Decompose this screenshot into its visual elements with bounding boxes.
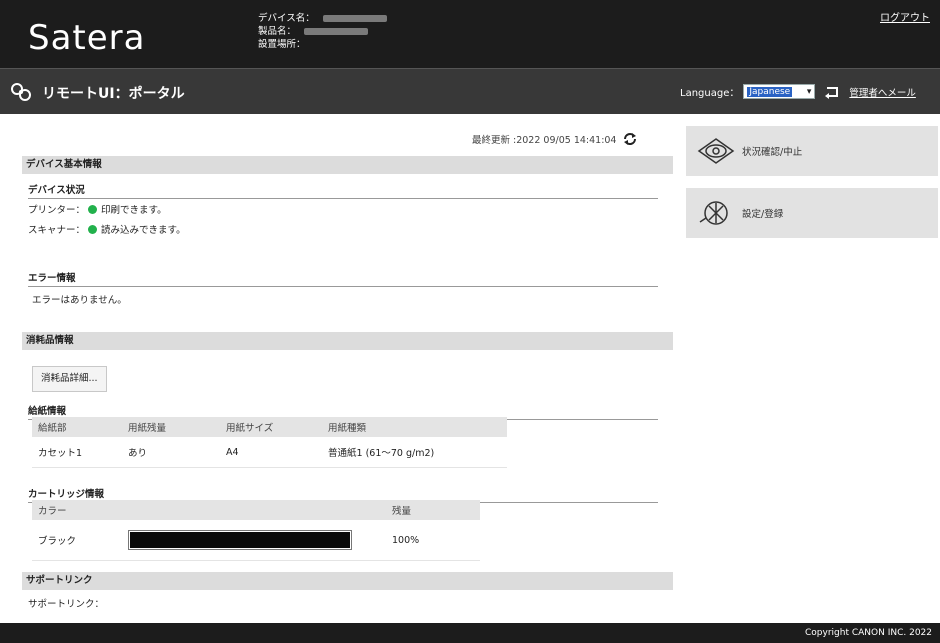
table-row: カセット1 あり A4 普通紙1 (61～70 g/m2)	[32, 437, 507, 468]
refresh-icon[interactable]	[622, 132, 638, 146]
cartridge-color: ブラック	[32, 520, 122, 561]
logout-link[interactable]: ログアウト	[880, 9, 930, 24]
table-header-row: カラー 残量	[32, 500, 480, 520]
admin-mail-link[interactable]: 管理者へメール	[849, 85, 916, 99]
consumables-detail-button[interactable]: 消耗品詳細...	[32, 366, 107, 392]
language-area: Language： Japanese ▾ 管理者へメール	[680, 84, 916, 99]
paper-remaining: あり	[122, 437, 220, 468]
copyright-text: Copyright CANON INC. 2022	[805, 628, 932, 638]
toner-level-bar	[128, 530, 352, 550]
paper-tray-table: 給紙部 用紙残量 用紙サイズ 用紙種類 カセット1 あり A4 普通紙1 (61…	[32, 417, 507, 468]
error-message: エラーはありません。	[32, 295, 127, 306]
eye-icon	[697, 138, 735, 164]
paper-type: 普通紙1 (61～70 g/m2)	[322, 437, 507, 468]
paper-size: A4	[220, 437, 322, 468]
cartridge-table: カラー 残量 ブラック 100%	[32, 500, 480, 561]
location-label: 設置場所：	[258, 39, 306, 50]
printer-status-row: プリンター： 印刷できます。	[28, 202, 167, 216]
settings-register-button[interactable]: 設定/登録	[686, 188, 938, 238]
last-updated: 最終更新 :2022 09/05 14:41:04	[472, 132, 638, 146]
col-header-color: カラー	[32, 500, 122, 520]
status-monitor-label: 状況確認/中止	[742, 147, 803, 158]
redacted-product-name	[304, 28, 369, 35]
device-basic-info-header: デバイス基本情報	[22, 156, 673, 174]
status-monitor-button[interactable]: 状況確認/中止	[686, 126, 938, 176]
switch-language-icon[interactable]	[823, 85, 841, 99]
error-info-heading: エラー情報	[28, 270, 658, 287]
top-header: Satera デバイス名： 製品名： 設置場所： ログアウト	[0, 0, 940, 68]
tray-name: カセット1	[32, 437, 122, 468]
language-select[interactable]: Japanese ▾	[743, 84, 816, 99]
cartridge-level-cell	[122, 520, 386, 561]
consumables-info-header: 消耗品情報	[22, 332, 673, 350]
toner-level-fill	[130, 532, 350, 548]
settings-icon	[699, 201, 728, 225]
col-header-paper-type: 用紙種類	[322, 417, 507, 437]
printer-label: プリンター：	[28, 205, 86, 216]
remote-ui-icon	[11, 83, 31, 101]
footer: Copyright CANON INC. 2022	[0, 623, 940, 643]
page-title: リモートUI：ポータル	[42, 86, 185, 102]
table-row: ブラック 100%	[32, 520, 480, 561]
support-links-header: サポートリンク	[22, 572, 673, 590]
cartridge-remaining: 100%	[386, 520, 480, 561]
table-header-row: 給紙部 用紙残量 用紙サイズ 用紙種類	[32, 417, 507, 437]
col-header-tray: 給紙部	[32, 417, 122, 437]
chevron-down-icon: ▾	[806, 86, 812, 97]
product-name-label: 製品名：	[258, 26, 297, 37]
scanner-label: スキャナー：	[28, 225, 86, 236]
language-label: Language：	[680, 88, 740, 99]
device-status-heading: デバイス状況	[28, 182, 658, 199]
device-name-label: デバイス名：	[258, 13, 315, 24]
last-updated-text: 最終更新 :2022 09/05 14:41:04	[472, 135, 617, 146]
language-selected-value: Japanese	[747, 86, 793, 97]
scanner-status-row: スキャナー： 読み込みできます。	[28, 222, 186, 236]
settings-register-label: 設定/登録	[742, 209, 784, 220]
redacted-device-name	[322, 15, 387, 22]
device-info: デバイス名： 製品名： 設置場所：	[258, 12, 387, 51]
col-header-paper-remaining: 用紙残量	[122, 417, 220, 437]
col-header-level-bar	[122, 500, 386, 520]
scanner-status: 読み込みできます。	[101, 225, 186, 236]
support-link-label: サポートリンク：	[28, 599, 105, 610]
printer-status: 印刷できます。	[101, 205, 167, 216]
col-header-paper-size: 用紙サイズ	[220, 417, 322, 437]
satera-logo: Satera	[28, 18, 146, 58]
scanner-status-dot	[88, 225, 98, 234]
printer-status-dot	[88, 205, 98, 214]
title-bar: リモートUI：ポータル Language： Japanese ▾ 管理者へメール	[0, 68, 940, 114]
col-header-remaining: 残量	[386, 500, 480, 520]
